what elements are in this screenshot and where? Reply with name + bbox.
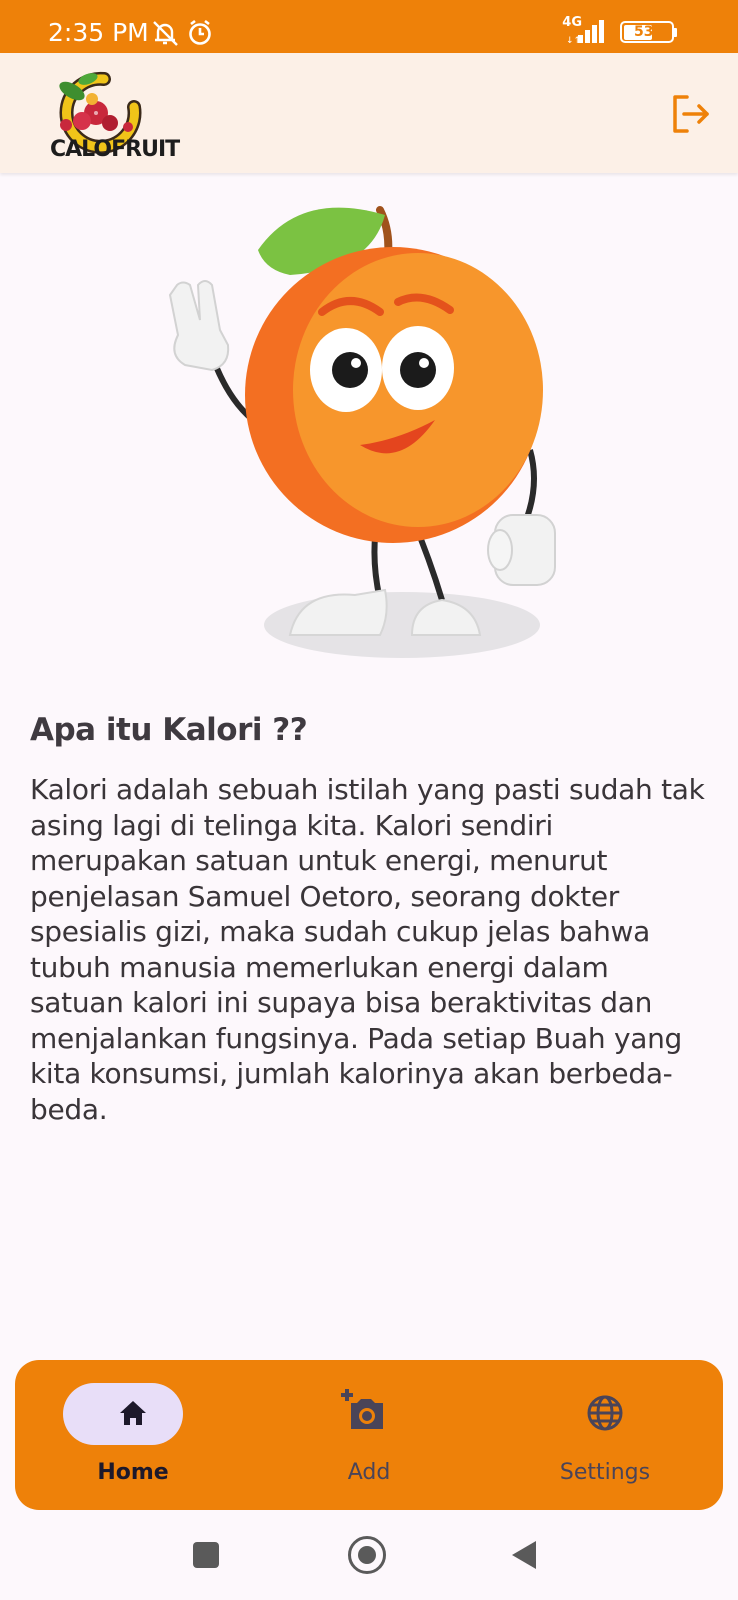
globe-icon	[587, 1395, 623, 1431]
page-heading: Apa itu Kalori ??	[30, 712, 308, 748]
system-navigation-bar	[0, 1510, 738, 1600]
alarm-icon	[189, 19, 211, 45]
status-time: 2:35 PM	[48, 18, 149, 47]
nav-label-settings: Settings	[559, 1460, 651, 1485]
app-bar: CALOFRUIT	[0, 53, 738, 173]
bottom-navigation: Home Add Settings	[15, 1360, 723, 1510]
battery-icon: 53	[620, 21, 678, 43]
home-button-dot	[358, 1546, 376, 1564]
nav-item-home[interactable]: Home	[15, 1360, 251, 1510]
silent-notification-icon	[153, 21, 178, 46]
home-button[interactable]	[348, 1536, 386, 1574]
add-photo-icon	[341, 1389, 383, 1429]
battery-level: 53	[634, 24, 654, 40]
status-bar: 2:35 PM 4G ↓↑ 53	[0, 0, 738, 53]
nav-label-home: Home	[97, 1460, 169, 1485]
nav-label-add: Add	[347, 1460, 391, 1485]
logo-text: CALOFRUIT	[50, 137, 180, 162]
status-left-icons	[153, 19, 211, 46]
orange-mascot-illustration	[168, 206, 556, 658]
kalori-description: Kalori adalah sebuah istilah yang pasti …	[30, 773, 705, 1126]
logout-icon[interactable]	[670, 93, 714, 137]
nav-item-add[interactable]: Add	[251, 1360, 487, 1510]
nav-item-settings[interactable]: Settings	[487, 1360, 723, 1510]
home-icon	[120, 1401, 146, 1425]
signal-icon: ↓↑	[566, 20, 604, 45]
back-button[interactable]	[510, 1539, 540, 1571]
recent-apps-button[interactable]	[193, 1542, 219, 1568]
